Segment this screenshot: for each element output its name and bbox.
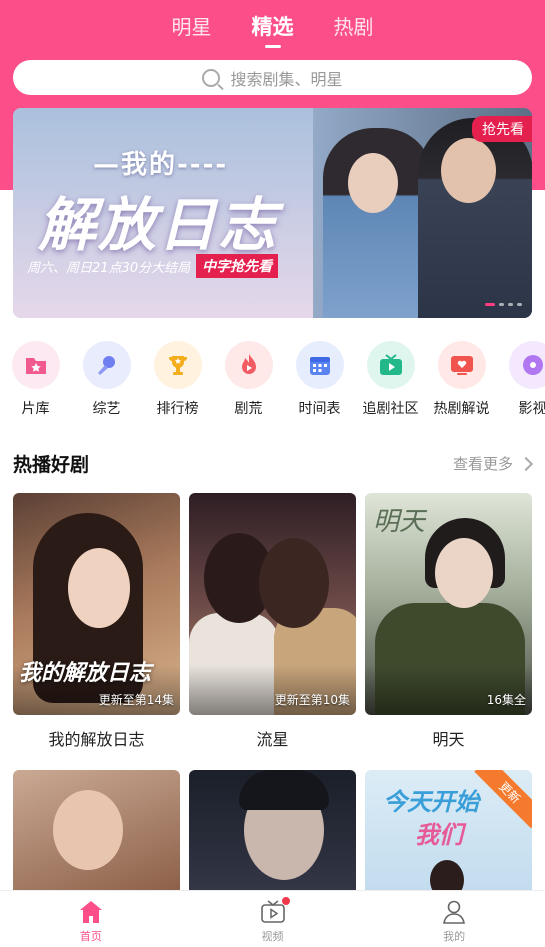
category-variety[interactable]: 综艺 (71, 341, 142, 418)
poster-head (259, 538, 329, 628)
show-poster[interactable]: 今天开始 我们 更新 (365, 770, 532, 900)
poster-logo: 明天 (373, 507, 426, 537)
category-label: 热剧解说 (433, 401, 490, 417)
nav-video[interactable]: 视频 (182, 891, 364, 947)
poster-face (53, 790, 123, 870)
banner-tagline: 周六、周日21点30分大结局 中字抢先看 (27, 254, 279, 278)
category-drama-drought[interactable]: 剧荒 (213, 341, 284, 418)
tab-hot-dramas[interactable]: 热剧 (334, 12, 374, 48)
nav-label: 我的 (443, 930, 466, 943)
show-poster[interactable]: 我的解放日志 更新至第14集 (13, 493, 180, 715)
poster-art-title: 我的解放日志 (19, 661, 152, 686)
pagination-dot (508, 303, 513, 306)
banner-actress-face (348, 153, 398, 213)
category-row: 片库 综艺 排行榜 剧荒 时间表 追剧社区 热剧解说 影视 (0, 341, 545, 418)
banner-small-title: —我的---- (93, 150, 229, 180)
category-label: 时间表 (298, 401, 341, 417)
banner-pagination (485, 303, 522, 306)
poster-hair (239, 770, 329, 810)
category-label: 片库 (21, 401, 50, 417)
nav-home[interactable]: 首页 (0, 891, 182, 947)
episode-status: 更新至第10集 (274, 693, 350, 707)
banner-tagline-text: 周六、周日21点30分大结局 (27, 260, 191, 276)
trophy-icon (153, 341, 202, 389)
home-icon (78, 899, 104, 925)
category-label: 排行榜 (156, 401, 199, 417)
nav-label: 首页 (79, 930, 102, 943)
microphone-icon (82, 341, 131, 389)
search-bar[interactable]: 搜索剧集、明星 (13, 60, 532, 95)
chevron-right-icon (518, 456, 534, 471)
tv-heart-icon (437, 341, 486, 389)
category-label: 综艺 (92, 401, 121, 417)
poster-face (435, 538, 493, 608)
category-ranking[interactable]: 排行榜 (142, 341, 213, 418)
flame-icon (224, 341, 273, 389)
see-more-label: 查看更多 (452, 455, 513, 473)
episode-status: 16集全 (486, 693, 526, 707)
folder-star-icon (11, 341, 60, 389)
category-label: 影视 (518, 401, 545, 417)
pagination-dot (517, 303, 522, 306)
show-poster[interactable]: 明天 16集全 (365, 493, 532, 715)
calendar-icon (295, 341, 344, 389)
tv-icon (366, 341, 415, 389)
poster-art-title: 今天开始 (383, 788, 479, 816)
pagination-dot (499, 303, 504, 306)
category-film[interactable]: 影视 (497, 341, 545, 418)
user-icon (441, 899, 467, 925)
show-poster[interactable] (189, 770, 356, 900)
search-placeholder: 搜索剧集、明星 (230, 69, 343, 89)
category-schedule[interactable]: 时间表 (284, 341, 355, 418)
show-poster[interactable] (13, 770, 180, 900)
bottom-navigation: 首页 视频 我的 (0, 890, 545, 947)
poster-face (68, 548, 130, 628)
search-icon (202, 68, 221, 87)
pagination-dot-active (485, 303, 495, 306)
category-commentary[interactable]: 热剧解说 (426, 341, 497, 418)
show-title[interactable]: 我的解放日志 (13, 726, 180, 750)
show-title[interactable]: 流星 (189, 726, 356, 750)
banner-actor-face (441, 138, 496, 203)
update-ribbon: 更新 (474, 770, 532, 829)
film-icon (508, 341, 545, 389)
category-library[interactable]: 片库 (0, 341, 71, 418)
nav-label: 视频 (261, 930, 284, 943)
show-title[interactable]: 明天 (365, 726, 532, 750)
category-label: 剧荒 (234, 401, 263, 417)
poster-art-title: 我们 (415, 821, 463, 849)
top-tab-bar: 明星 精选 热剧 (0, 12, 545, 48)
banner-big-title: 解放日志 (38, 191, 279, 259)
nav-profile[interactable]: 我的 (363, 891, 545, 947)
episode-status: 更新至第14集 (98, 693, 174, 707)
banner-tagline-highlight: 中字抢先看 (196, 254, 279, 278)
hero-banner[interactable]: —我的---- 解放日志 周六、周日21点30分大结局 中字抢先看 抢先看 (13, 108, 532, 318)
category-community[interactable]: 追剧社区 (355, 341, 426, 418)
tab-featured[interactable]: 精选 (252, 12, 294, 48)
tab-stars[interactable]: 明星 (172, 12, 212, 48)
see-more-link[interactable]: 查看更多 (452, 453, 534, 474)
app-screen: 明星 精选 热剧 搜索剧集、明星 —我的---- 解放日志 周六、周日21点30… (0, 0, 545, 947)
category-label: 追剧社区 (362, 401, 419, 417)
video-icon (260, 897, 290, 925)
section-title: 热播好剧 (13, 454, 90, 476)
notification-dot (281, 897, 290, 905)
show-poster[interactable]: 更新至第10集 (189, 493, 356, 715)
banner-badge: 抢先看 (472, 116, 532, 142)
